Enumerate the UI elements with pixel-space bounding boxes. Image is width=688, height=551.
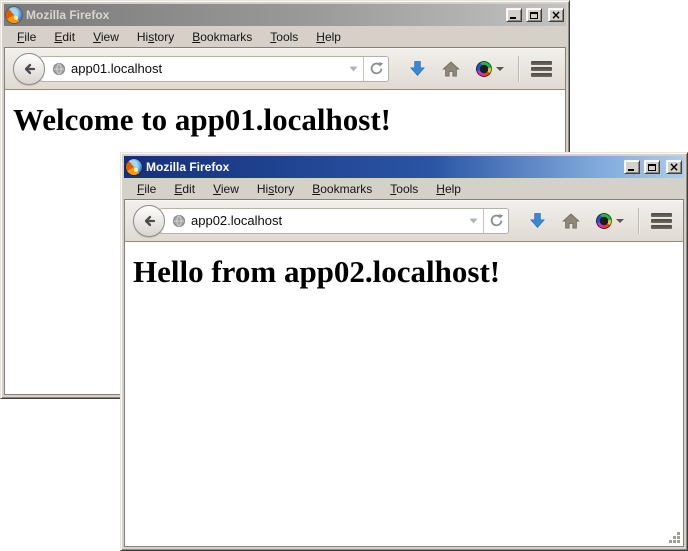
url-text[interactable]: app02.localhost [191, 213, 464, 228]
firefox-logo-icon [126, 159, 142, 175]
home-icon [442, 61, 460, 77]
menu-bar: File Edit View History Bookmarks Tools H… [4, 26, 566, 47]
close-icon: × [669, 162, 679, 172]
menu-edit[interactable]: Edit [165, 180, 204, 198]
close-button[interactable]: × [666, 160, 682, 174]
menu-file[interactable]: File [8, 28, 45, 46]
home-button[interactable] [442, 61, 460, 77]
site-identity-globe-icon[interactable] [172, 214, 186, 228]
reload-icon [369, 61, 384, 76]
downloads-button[interactable] [529, 212, 546, 229]
addon-button[interactable] [596, 213, 624, 229]
urlbar-dropdown-icon[interactable] [349, 66, 358, 72]
close-button[interactable]: × [548, 8, 564, 22]
client-area: app02.localhost [124, 199, 684, 547]
maximize-button[interactable] [526, 8, 542, 22]
site-identity-globe-icon[interactable] [52, 62, 66, 76]
toolbar-separator [638, 208, 639, 234]
hamburger-icon [651, 213, 672, 217]
download-arrow-icon [529, 212, 546, 229]
maximize-icon [648, 164, 656, 171]
url-text[interactable]: app01.localhost [71, 61, 344, 76]
titlebar[interactable]: Mozilla Firefox × [124, 156, 684, 178]
addon-caret-icon [616, 219, 624, 223]
minimize-icon [510, 17, 516, 19]
menu-bar: File Edit View History Bookmarks Tools H… [124, 178, 684, 199]
app-menu-button[interactable] [531, 61, 552, 77]
minimize-icon [628, 169, 634, 171]
menu-history[interactable]: History [128, 28, 183, 46]
window-title: Mozilla Firefox [146, 160, 620, 174]
page-heading: Hello from app02.localhost! [133, 254, 683, 290]
addon-caret-icon [496, 67, 504, 71]
browser-window-app02: Mozilla Firefox × File Edit View History… [120, 152, 688, 551]
menu-history[interactable]: History [248, 180, 303, 198]
back-button[interactable] [13, 53, 45, 85]
urlbar-dropdown-icon[interactable] [469, 218, 478, 224]
menu-tools[interactable]: Tools [261, 28, 307, 46]
page-content: Hello from app02.localhost! [125, 242, 683, 546]
downloads-button[interactable] [409, 60, 426, 77]
navigation-toolbar: app02.localhost [125, 200, 683, 242]
back-button[interactable] [133, 205, 165, 237]
resize-grip[interactable] [677, 540, 680, 543]
firefox-logo-icon [6, 7, 22, 23]
window-title: Mozilla Firefox [26, 8, 502, 22]
home-icon [562, 213, 580, 229]
close-icon: × [551, 10, 561, 20]
back-arrow-icon [21, 61, 37, 77]
reload-button[interactable] [483, 209, 508, 233]
menu-help[interactable]: Help [307, 28, 350, 46]
reload-icon [489, 213, 504, 228]
reload-button[interactable] [363, 57, 388, 81]
color-wheel-icon [476, 61, 492, 77]
desktop: Mozilla Firefox × File Edit View History… [0, 0, 688, 551]
url-bar[interactable]: app02.localhost [151, 208, 509, 234]
titlebar[interactable]: Mozilla Firefox × [4, 4, 566, 26]
minimize-button[interactable] [624, 160, 640, 174]
home-button[interactable] [562, 213, 580, 229]
addon-button[interactable] [476, 61, 504, 77]
menu-file[interactable]: File [128, 180, 165, 198]
maximize-icon [530, 12, 538, 19]
navigation-toolbar: app01.localhost [5, 48, 565, 90]
page-heading: Welcome to app01.localhost! [13, 102, 565, 138]
minimize-button[interactable] [506, 8, 522, 22]
menu-view[interactable]: View [204, 180, 248, 198]
url-bar[interactable]: app01.localhost [31, 56, 389, 82]
toolbar-separator [518, 56, 519, 82]
menu-tools[interactable]: Tools [381, 180, 427, 198]
color-wheel-icon [596, 213, 612, 229]
menu-view[interactable]: View [84, 28, 128, 46]
menu-edit[interactable]: Edit [45, 28, 84, 46]
back-arrow-icon [141, 213, 157, 229]
menu-help[interactable]: Help [427, 180, 470, 198]
hamburger-icon [531, 61, 552, 65]
download-arrow-icon [409, 60, 426, 77]
app-menu-button[interactable] [651, 213, 672, 229]
menu-bookmarks[interactable]: Bookmarks [183, 28, 261, 46]
menu-bookmarks[interactable]: Bookmarks [303, 180, 381, 198]
maximize-button[interactable] [644, 160, 660, 174]
